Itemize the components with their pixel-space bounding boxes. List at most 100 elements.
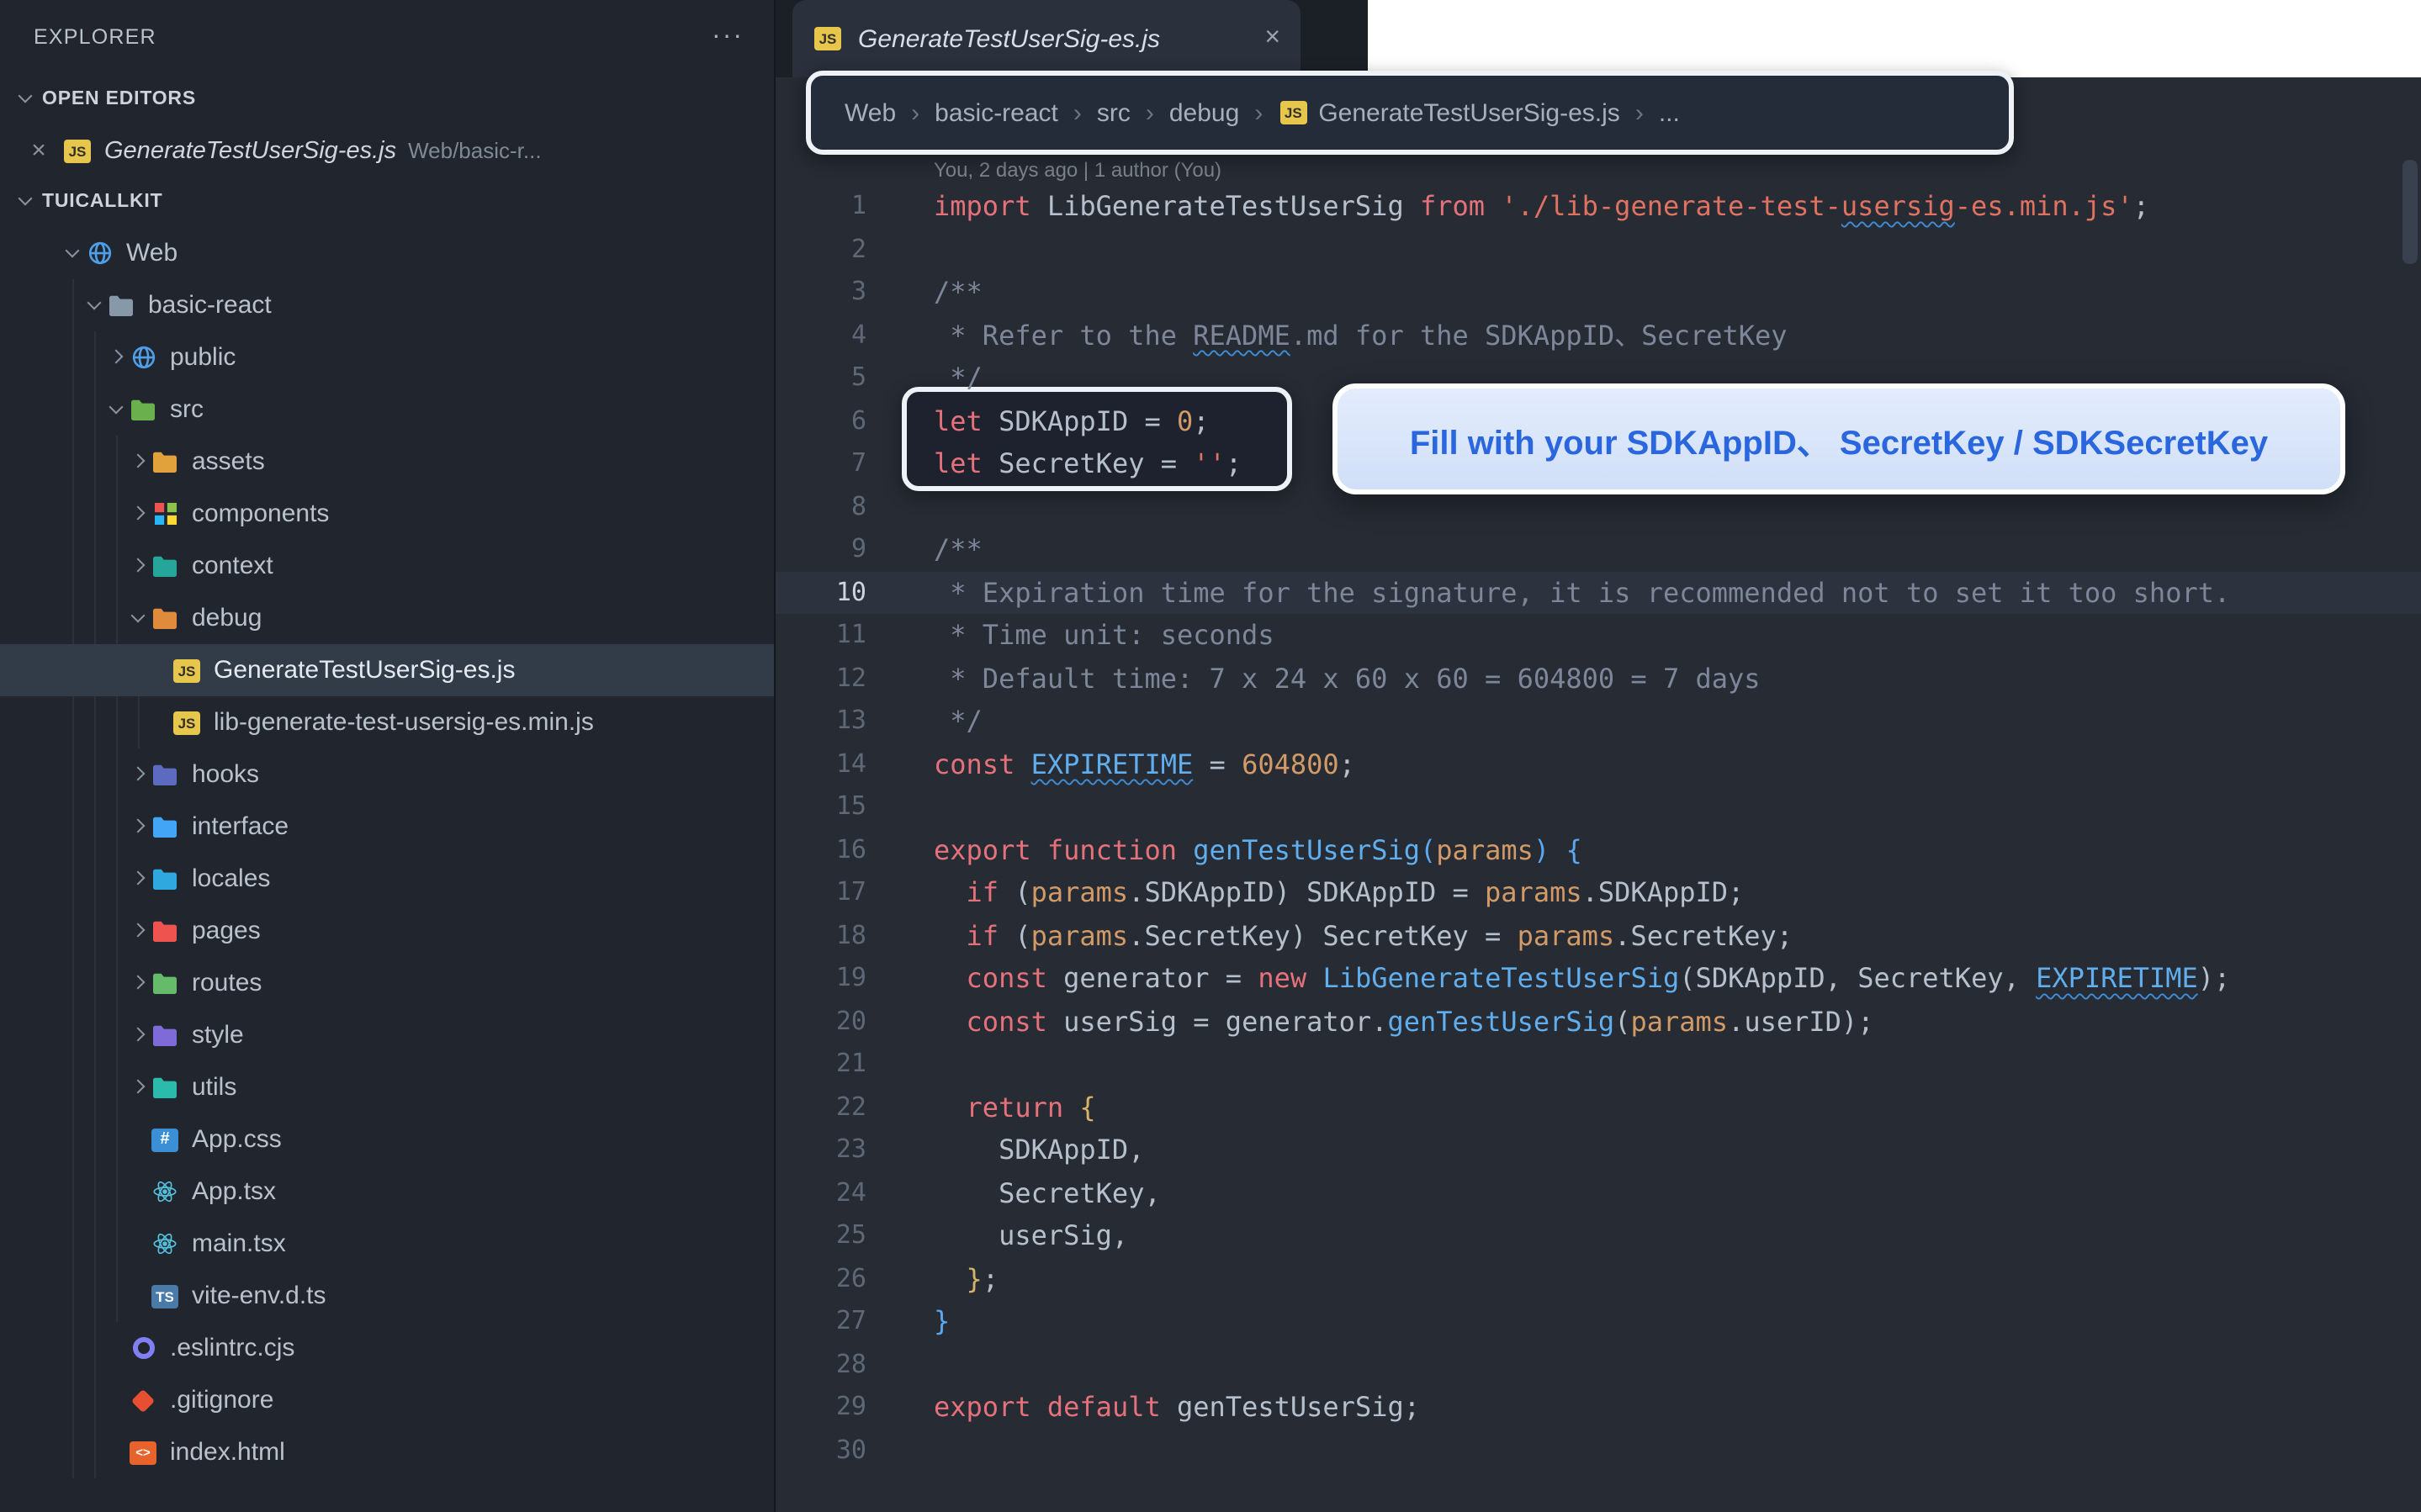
tree-item-vite-env.d.ts[interactable]: TSvite-env.d.ts bbox=[0, 1270, 774, 1322]
breadcrumb-item[interactable]: Web bbox=[845, 98, 896, 127]
code-line-27[interactable]: 27} bbox=[776, 1300, 2421, 1343]
breadcrumb-separator: › bbox=[1073, 98, 1082, 127]
tree-item-locales[interactable]: locales bbox=[0, 853, 774, 905]
line-number: 7 bbox=[776, 442, 866, 485]
open-editors-header[interactable]: OPEN EDITORS bbox=[0, 74, 774, 124]
line-number: 9 bbox=[776, 528, 866, 571]
tree-item-debug[interactable]: debug bbox=[0, 592, 774, 644]
chevron-right-icon bbox=[126, 1076, 150, 1099]
chevron-right-icon bbox=[126, 867, 150, 891]
code-line-30[interactable]: 30 bbox=[776, 1429, 2421, 1472]
line-number: 10 bbox=[776, 571, 866, 614]
code-line-4[interactable]: 4 * Refer to the README.md for the SDKAp… bbox=[776, 314, 2421, 357]
tree-item-interface[interactable]: interface bbox=[0, 801, 774, 853]
tree-item-hooks[interactable]: hooks bbox=[0, 748, 774, 801]
tab-bar: JS GenerateTestUserSig-es.js × bbox=[776, 0, 2421, 77]
code-line-9[interactable]: 9/** bbox=[776, 528, 2421, 571]
breadcrumb-item[interactable]: JSGenerateTestUserSig-es.js bbox=[1278, 98, 1620, 127]
tree-item-pages[interactable]: pages bbox=[0, 905, 774, 957]
more-actions-icon[interactable]: ··· bbox=[712, 22, 744, 52]
html-icon: <> bbox=[128, 1441, 158, 1464]
chevron-right-icon bbox=[126, 763, 150, 786]
code-line-1[interactable]: 1import LibGenerateTestUserSig from './l… bbox=[776, 185, 2421, 228]
folder-src-icon bbox=[128, 398, 158, 421]
folder-context-icon bbox=[150, 554, 180, 578]
tree-item-assets[interactable]: assets bbox=[0, 436, 774, 488]
breadcrumb-item[interactable]: basic-react bbox=[935, 98, 1058, 127]
line-number: 20 bbox=[776, 1000, 866, 1043]
line-number: 4 bbox=[776, 314, 866, 357]
code-line-16[interactable]: 16export function genTestUserSig(params)… bbox=[776, 828, 2421, 871]
tab-label: GenerateTestUserSig-es.js bbox=[858, 24, 1249, 53]
editor-scrollbar[interactable] bbox=[2402, 160, 2418, 264]
code-line-26[interactable]: 26 }; bbox=[776, 1257, 2421, 1300]
tree-item-Web[interactable]: Web bbox=[0, 227, 774, 279]
line-number: 23 bbox=[776, 1129, 866, 1171]
code-line-12[interactable]: 12 * Default time: 7 x 24 x 60 x 60 = 60… bbox=[776, 657, 2421, 700]
tree-item-style[interactable]: style bbox=[0, 1009, 774, 1061]
chevron-down-icon bbox=[82, 293, 106, 317]
file-tree: Webbasic-reactpublicsrcassetscomponentsc… bbox=[0, 227, 774, 1478]
code-line-19[interactable]: 19 const generator = new LibGenerateTest… bbox=[776, 957, 2421, 1000]
breadcrumb-separator: › bbox=[1254, 98, 1263, 127]
code-line-22[interactable]: 22 return { bbox=[776, 1086, 2421, 1129]
folder-interface-icon bbox=[150, 815, 180, 838]
ts-icon: TS bbox=[150, 1284, 180, 1308]
chevron-down-icon bbox=[13, 87, 37, 111]
vscode-window: EXPLORER ··· OPEN EDITORS × JS GenerateT… bbox=[0, 0, 2421, 1512]
tree-item-App.tsx[interactable]: App.tsx bbox=[0, 1166, 774, 1218]
code-line-24[interactable]: 24 SecretKey, bbox=[776, 1171, 2421, 1214]
breadcrumb-item[interactable]: src bbox=[1097, 98, 1131, 127]
fill-instruction-callout: Fill with your SDKAppID、 SecretKey / SDK… bbox=[1332, 383, 2345, 494]
tree-item-routes[interactable]: routes bbox=[0, 957, 774, 1009]
code-line-29[interactable]: 29export default genTestUserSig; bbox=[776, 1386, 2421, 1429]
code-line-21[interactable]: 21 bbox=[776, 1043, 2421, 1086]
close-icon[interactable]: × bbox=[27, 136, 50, 165]
globe-icon bbox=[84, 241, 114, 266]
tree-item-utils[interactable]: utils bbox=[0, 1061, 774, 1113]
code-line-18[interactable]: 18 if (params.SecretKey) SecretKey = par… bbox=[776, 914, 2421, 957]
tab-generatetestusersig[interactable]: JS GenerateTestUserSig-es.js × bbox=[792, 0, 1301, 77]
tree-item-main.tsx[interactable]: main.tsx bbox=[0, 1218, 774, 1270]
tree-item-lib-generate-test-usersig-es.min.js[interactable]: JSlib-generate-test-usersig-es.min.js bbox=[0, 696, 774, 748]
line-number: 2 bbox=[776, 228, 866, 271]
code-line-10[interactable]: 10 * Expiration time for the signature, … bbox=[776, 571, 2421, 614]
code-line-2[interactable]: 2 bbox=[776, 228, 2421, 271]
code-editor[interactable]: You, 2 days ago | 1 author (You) 1import… bbox=[776, 77, 2421, 1512]
codelens-annotation[interactable]: You, 2 days ago | 1 author (You) bbox=[934, 155, 2421, 185]
code-line-17[interactable]: 17 if (params.SDKAppID) SDKAppID = param… bbox=[776, 871, 2421, 914]
tree-item-components[interactable]: components bbox=[0, 488, 774, 540]
line-number: 3 bbox=[776, 271, 866, 314]
code-line-23[interactable]: 23 SDKAppID, bbox=[776, 1129, 2421, 1171]
tree-item-context[interactable]: context bbox=[0, 540, 774, 592]
code-line-3[interactable]: 3/** bbox=[776, 271, 2421, 314]
code-line-25[interactable]: 25 userSig, bbox=[776, 1214, 2421, 1257]
breadcrumb-item[interactable]: debug bbox=[1169, 98, 1239, 127]
tree-item-App.css[interactable]: #App.css bbox=[0, 1113, 774, 1166]
tree-item-.eslintrc.cjs[interactable]: .eslintrc.cjs bbox=[0, 1322, 774, 1374]
folder-locales-icon bbox=[150, 867, 180, 891]
code-line-20[interactable]: 20 const userSig = generator.genTestUser… bbox=[776, 1000, 2421, 1043]
breadcrumb-item[interactable]: ... bbox=[1659, 98, 1680, 127]
tree-item-index.html[interactable]: <>index.html bbox=[0, 1426, 774, 1478]
tree-item-public[interactable]: public bbox=[0, 331, 774, 383]
css-icon: # bbox=[150, 1128, 180, 1151]
tree-item-src[interactable]: src bbox=[0, 383, 774, 436]
tree-item-GenerateTestUserSig-es.js[interactable]: JSGenerateTestUserSig-es.js bbox=[0, 644, 774, 696]
code-line-11[interactable]: 11 * Time unit: seconds bbox=[776, 614, 2421, 657]
workspace-header[interactable]: TUICALLKIT bbox=[0, 177, 774, 227]
line-number: 21 bbox=[776, 1043, 866, 1086]
code-line-13[interactable]: 13 */ bbox=[776, 700, 2421, 743]
folder-style-icon bbox=[150, 1023, 180, 1047]
tab-close-icon[interactable]: × bbox=[1264, 24, 1280, 54]
js-file-icon: JS bbox=[62, 139, 93, 162]
tree-item-.gitignore[interactable]: .gitignore bbox=[0, 1374, 774, 1426]
code-line-14[interactable]: 14const EXPIRETIME = 604800; bbox=[776, 743, 2421, 785]
code-line-15[interactable]: 15 bbox=[776, 785, 2421, 828]
open-editor-item[interactable]: × JS GenerateTestUserSig-es.js Web/basic… bbox=[0, 124, 774, 177]
breadcrumb-highlight-box: Web›basic-react›src›debug›JSGenerateTest… bbox=[806, 71, 2014, 155]
tree-item-basic-react[interactable]: basic-react bbox=[0, 279, 774, 331]
js-file-icon: JS bbox=[813, 27, 843, 50]
line-number: 11 bbox=[776, 614, 866, 657]
code-line-28[interactable]: 28 bbox=[776, 1343, 2421, 1386]
